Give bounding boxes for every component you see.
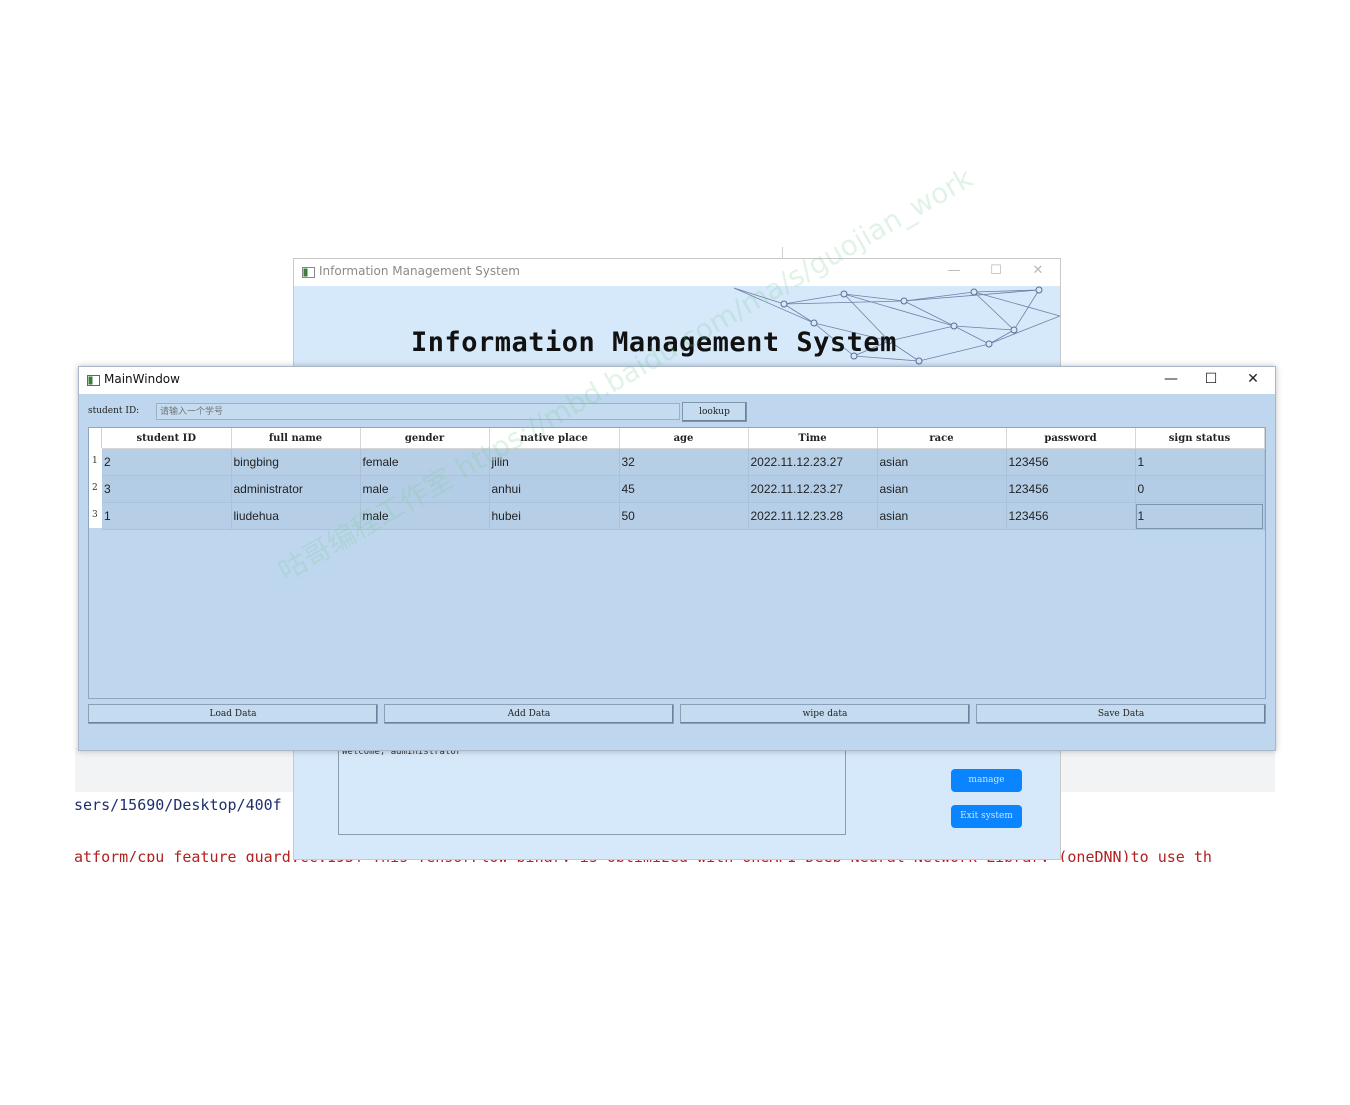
table-cell[interactable]: liudehua [231, 502, 361, 530]
add-data-button[interactable]: Add Data [384, 704, 674, 724]
table-cell[interactable]: asian [877, 448, 1007, 476]
wipe-data-button[interactable]: wipe data [680, 704, 970, 724]
app-window-icon [302, 267, 315, 278]
app-window-icon [87, 375, 100, 386]
column-header[interactable]: password [1006, 428, 1136, 449]
table-cell[interactable]: bingbing [231, 448, 361, 476]
table-cell[interactable]: 1 [1135, 448, 1265, 476]
table-cell[interactable]: 2022.11.12.23.27 [748, 475, 878, 503]
ims-titlebar[interactable]: Information Management System — ☐ ✕ [294, 259, 1060, 286]
table-cell[interactable]: 1 [102, 502, 232, 530]
manage-button[interactable]: manage [951, 769, 1022, 792]
table-cell[interactable]: 0 [1135, 475, 1265, 503]
row-number[interactable]: 3 [92, 510, 98, 520]
table-cell[interactable]: 2022.11.12.23.27 [748, 448, 878, 476]
exit-system-button[interactable]: Exit system [951, 805, 1022, 828]
column-header[interactable]: gender [360, 428, 490, 449]
table-grid: student ID full name gender native place… [102, 428, 1265, 530]
maximize-icon[interactable]: ☐ [986, 263, 1006, 281]
table-cell[interactable]: 123456 [1006, 448, 1136, 476]
lookup-button[interactable]: lookup [682, 402, 747, 422]
ide-path-text: sers/15690/Desktop/400f [74, 796, 282, 814]
load-data-button[interactable]: Load Data [88, 704, 378, 724]
table-cell[interactable]: 3 [102, 475, 232, 503]
data-table[interactable]: 1 2 3 student ID full name gender native… [88, 427, 1266, 699]
table-cell[interactable]: 2 [102, 448, 232, 476]
table-row[interactable]: 1 liudehua male hubei 50 2022.11.12.23.2… [102, 502, 1265, 530]
save-data-button[interactable]: Save Data [976, 704, 1266, 724]
table-row[interactable]: 2 bingbing female jilin 32 2022.11.12.23… [102, 448, 1265, 476]
table-cell[interactable]: male [360, 475, 490, 503]
main-window-title: MainWindow [104, 372, 180, 386]
table-cell[interactable]: 32 [619, 448, 749, 476]
table-cell-selected[interactable]: 1 [1135, 502, 1265, 530]
table-cell[interactable]: hubei [489, 502, 620, 530]
column-header[interactable]: student ID [102, 428, 232, 449]
column-header[interactable]: race [877, 428, 1007, 449]
column-header[interactable]: native place [489, 428, 620, 449]
column-header[interactable]: full name [231, 428, 361, 449]
main-window: MainWindow — ☐ ✕ student ID: lookup 1 2 … [78, 366, 1276, 751]
student-id-label: student ID: [88, 406, 140, 416]
close-icon[interactable]: ✕ [1241, 371, 1265, 391]
ims-banner-title: Information Management System [411, 327, 897, 358]
table-cell[interactable]: female [360, 448, 490, 476]
table-cell[interactable]: 45 [619, 475, 749, 503]
student-id-input[interactable] [156, 403, 680, 420]
table-cell[interactable]: 50 [619, 502, 749, 530]
table-cell[interactable]: anhui [489, 475, 620, 503]
table-corner [89, 428, 102, 448]
column-header[interactable]: Time [748, 428, 878, 449]
main-window-titlebar[interactable]: MainWindow — ☐ ✕ [79, 367, 1275, 394]
maximize-icon[interactable]: ☐ [1199, 371, 1223, 391]
table-cell[interactable]: male [360, 502, 490, 530]
row-number[interactable]: 2 [92, 483, 98, 493]
column-header[interactable]: sign status [1135, 428, 1265, 449]
table-cell[interactable]: 123456 [1006, 475, 1136, 503]
table-cell[interactable]: administrator [231, 475, 361, 503]
table-cell[interactable]: 2022.11.12.23.28 [748, 502, 878, 530]
column-header[interactable]: age [619, 428, 749, 449]
close-icon[interactable]: ✕ [1028, 263, 1048, 281]
ims-window-title: Information Management System [319, 264, 520, 278]
table-header-row: student ID full name gender native place… [102, 428, 1265, 449]
row-number[interactable]: 1 [92, 456, 98, 466]
minimize-icon[interactable]: — [944, 263, 964, 281]
table-cell[interactable]: asian [877, 502, 1007, 530]
minimize-icon[interactable]: — [1159, 371, 1183, 391]
table-cell[interactable]: 123456 [1006, 502, 1136, 530]
table-row[interactable]: 3 administrator male anhui 45 2022.11.12… [102, 475, 1265, 503]
table-cell[interactable]: jilin [489, 448, 620, 476]
welcome-textbox[interactable]: Welcome, administrator [338, 745, 846, 835]
table-cell[interactable]: asian [877, 475, 1007, 503]
